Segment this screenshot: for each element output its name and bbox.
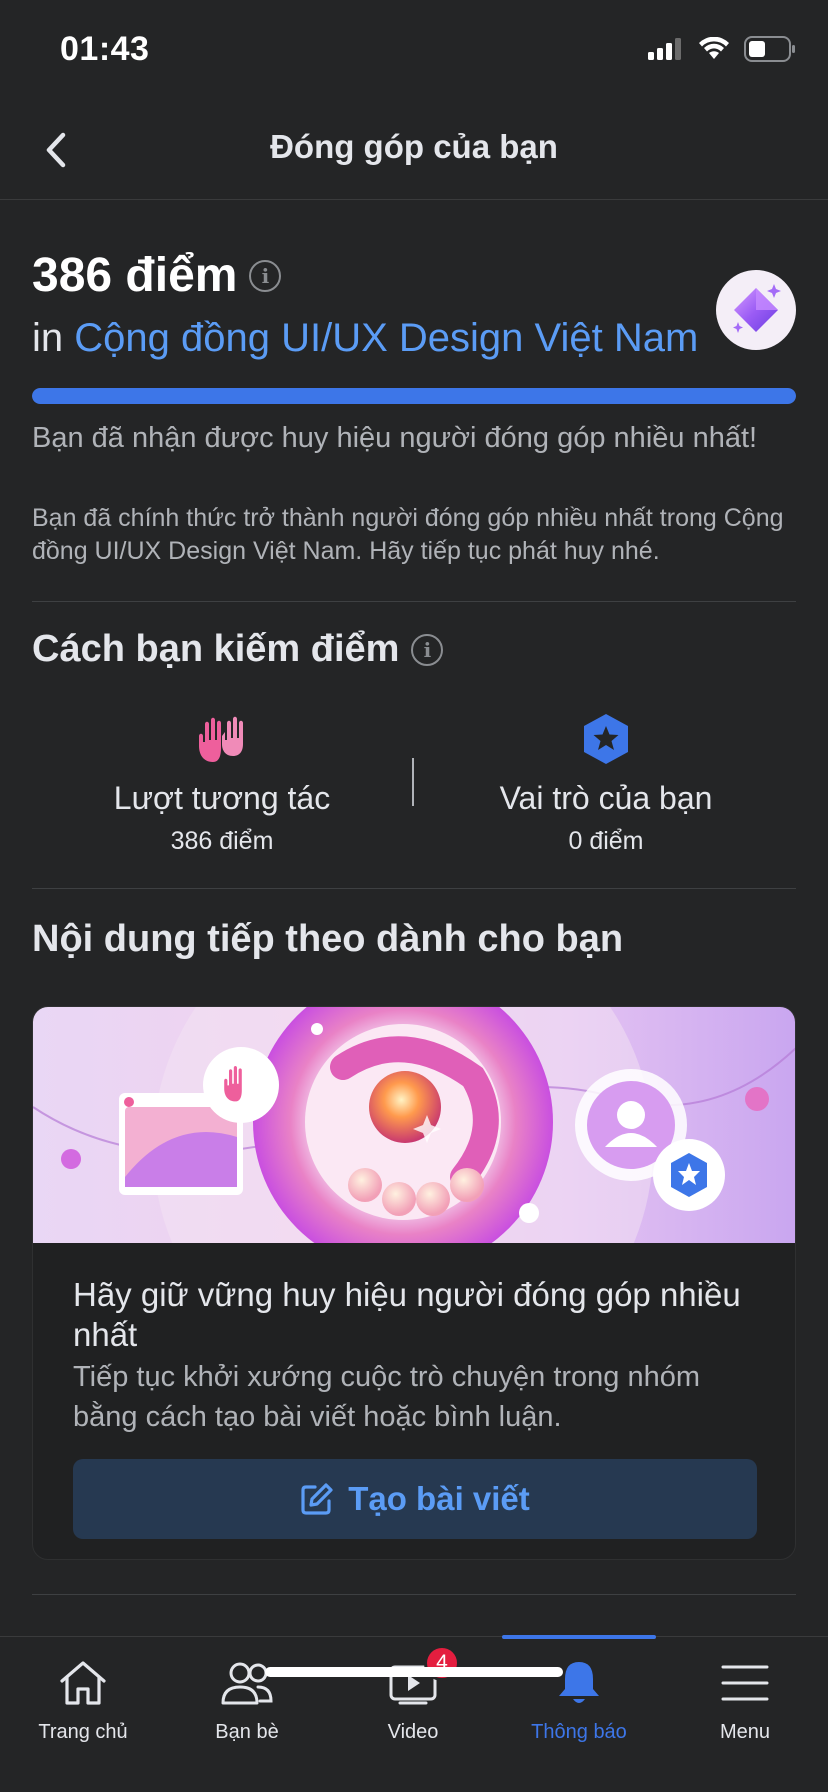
info-icon[interactable]: i [249,259,282,292]
card-title: Hãy giữ vững huy hiệu người đóng góp nhi… [73,1276,741,1353]
page-title: Đóng góp của bạn [270,128,558,165]
create-post-label: Tạo bài viết [348,1480,530,1517]
earn-item-value: 386 điểm [170,827,274,855]
battery-icon [744,36,795,62]
waving-hands-icon [32,712,412,766]
wifi-icon [699,37,729,59]
bottom-tab-bar: Trang chủ Bạn bè 4 Video Thông báo Menu [0,1635,828,1792]
keep-badge-card: Hãy giữ vững huy hiệu người đóng góp nhi… [32,1006,796,1560]
earn-item-interactions: Lượt tương tác 386 điểm [32,712,412,856]
in-prefix: in [32,316,64,360]
compose-icon [301,1483,333,1515]
card-description: Tiếp tục khởi xướng cuộc trò chuyện tron… [73,1361,701,1433]
badge-earned-description: Bạn đã chính thức trở thành người đóng g… [32,504,784,565]
tab-label: Bạn bè [215,1721,279,1743]
home-indicator[interactable] [265,1667,563,1677]
earn-item-role: Vai trò của bạn 0 điểm [416,712,796,856]
divider [32,601,796,602]
tab-label: Video [387,1721,439,1743]
create-post-button[interactable]: Tạo bài viết [73,1459,757,1539]
earn-points-heading: Cách bạn kiếm điểm i [32,628,444,671]
earn-separator [412,758,414,806]
tab-label: Menu [719,1721,771,1743]
tab-home[interactable]: Trang chủ [0,1655,166,1744]
earn-heading-text: Cách bạn kiếm điểm [32,628,400,670]
tab-menu[interactable]: Menu [662,1655,828,1744]
info-icon[interactable]: i [411,633,444,666]
status-bar: 01:43 [0,0,828,100]
friends-icon [164,1655,330,1711]
contribution-illustration [33,1007,795,1243]
tab-label: Trang chủ [38,1721,128,1743]
status-time: 01:43 [60,30,150,68]
active-tab-indicator [502,1635,656,1639]
menu-icon [662,1655,828,1711]
video-icon: 4 [330,1645,496,1711]
points-total: 386 điểm [32,249,238,302]
earn-item-label: Lượt tương tác [113,780,331,816]
signal-icon [648,38,681,60]
sparkle-gem-icon [733,284,781,333]
top-contributor-badge[interactable] [716,270,796,350]
divider [32,888,796,889]
home-icon [0,1655,166,1711]
group-name-link[interactable]: Cộng đồng UI/UX Design Việt Nam [74,316,698,360]
progress-bar [32,388,796,404]
group-line: in Cộng đồng UI/UX Design Việt Nam [32,316,698,361]
badge-earned-title: Bạn đã nhận được huy hiệu người đóng góp… [32,422,758,454]
next-content-heading: Nội dung tiếp theo dành cho bạn [32,918,624,960]
progress-fill [32,388,796,404]
nav-bar: Đóng góp của bạn [0,100,828,200]
earn-item-label: Vai trò của bạn [499,780,713,816]
points-row: 386 điểm i [32,248,282,303]
status-icons [648,36,796,62]
star-shield-icon [416,712,796,766]
tab-label: Thông báo [531,1721,627,1743]
earn-item-value: 0 điểm [568,827,644,855]
divider [32,1594,796,1595]
bell-icon [496,1655,662,1711]
